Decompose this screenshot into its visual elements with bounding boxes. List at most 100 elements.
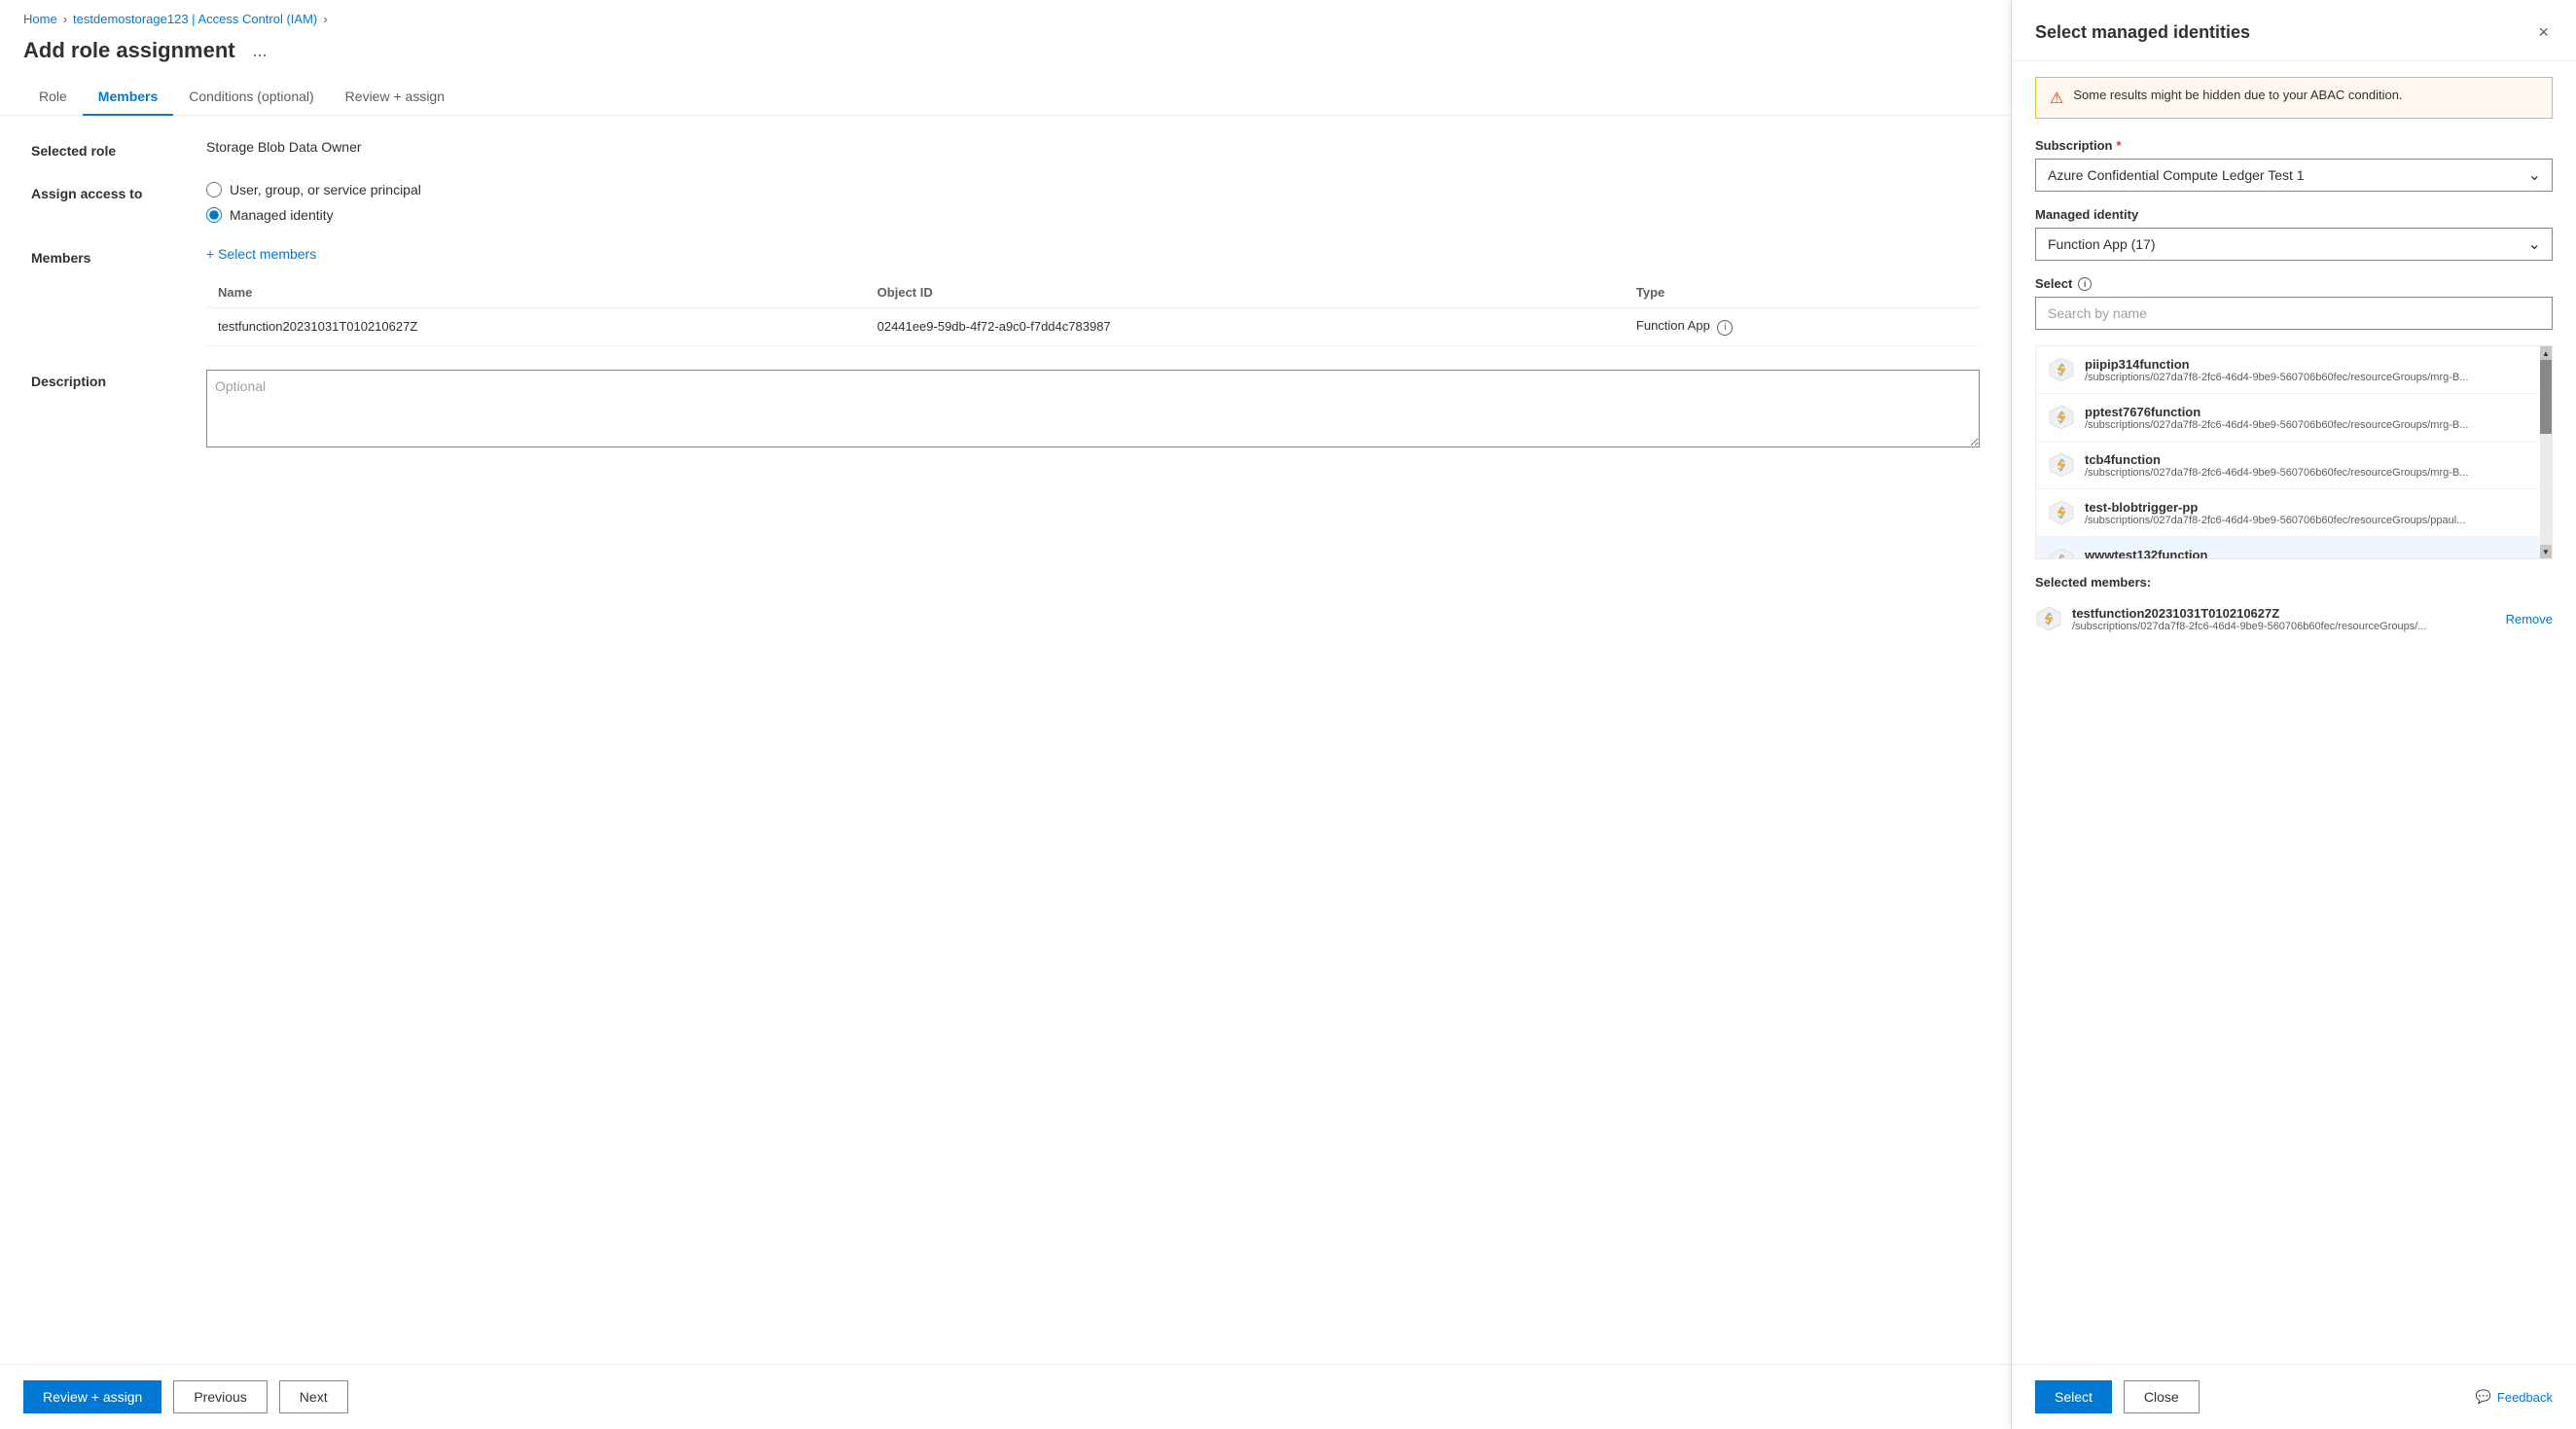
member-type: Function App i xyxy=(1625,308,1980,346)
bottom-bar: Review + assign Previous Next xyxy=(0,1364,2011,1429)
identity-info-4: wwwtest132function /subscriptions/027da7… xyxy=(2085,548,2540,560)
description-row: Description xyxy=(31,370,1980,450)
select-members-button[interactable]: + Select members xyxy=(206,246,316,262)
page-title: Add role assignment xyxy=(23,38,235,63)
subscription-label: Subscription * xyxy=(2035,138,2553,153)
select-field: Select i xyxy=(2035,276,2553,330)
remove-member-button[interactable]: Remove xyxy=(2506,612,2553,626)
assign-access-label: Assign access to xyxy=(31,182,206,201)
panel-header: Select managed identities × xyxy=(2012,0,2576,61)
feedback-label: Feedback xyxy=(2497,1390,2553,1405)
panel-close-btn[interactable]: Close xyxy=(2124,1380,2200,1413)
breadcrumb-sep1: › xyxy=(63,12,67,26)
identity-path-3: /subscriptions/027da7f8-2fc6-46d4-9be9-5… xyxy=(2085,515,2540,526)
selected-members-label: Selected members: xyxy=(2035,575,2553,589)
radio-user-principal[interactable]: User, group, or service principal xyxy=(206,182,1980,197)
member-name: testfunction20231031T010210627Z xyxy=(206,308,866,346)
selected-members-section: Selected members: testfunction20231031T0… xyxy=(2035,575,2553,640)
panel-title: Select managed identities xyxy=(2035,22,2250,43)
tab-role[interactable]: Role xyxy=(23,79,83,116)
warning-banner: ⚠ Some results might be hidden due to yo… xyxy=(2035,77,2553,119)
review-assign-button[interactable]: Review + assign xyxy=(23,1380,161,1413)
next-button[interactable]: Next xyxy=(279,1380,348,1413)
identity-name-1: pptest7676function xyxy=(2085,405,2540,419)
identity-item-3[interactable]: test-blobtrigger-pp /subscriptions/027da… xyxy=(2036,489,2552,537)
selected-role-row: Selected role Storage Blob Data Owner xyxy=(31,139,1980,159)
tab-members[interactable]: Members xyxy=(83,79,173,116)
type-info-icon[interactable]: i xyxy=(1717,320,1733,336)
identity-item-1[interactable]: pptest7676function /subscriptions/027da7… xyxy=(2036,394,2552,442)
identity-name-0: piipip314function xyxy=(2085,357,2540,372)
selected-role-label: Selected role xyxy=(31,139,206,159)
identity-path-0: /subscriptions/027da7f8-2fc6-46d4-9be9-5… xyxy=(2085,372,2540,383)
search-input[interactable] xyxy=(2035,297,2553,330)
previous-button[interactable]: Previous xyxy=(173,1380,267,1413)
managed-identity-dropdown-wrapper: Function App (17) xyxy=(2035,228,2553,261)
col-name: Name xyxy=(206,277,866,308)
scroll-up-button[interactable]: ▲ xyxy=(2540,346,2552,360)
panel-close-button[interactable]: × xyxy=(2534,19,2553,45)
form-area: Selected role Storage Blob Data Owner As… xyxy=(0,116,2011,1364)
page-header: Add role assignment ... xyxy=(0,34,2011,79)
identity-item-2[interactable]: tcb4function /subscriptions/027da7f8-2fc… xyxy=(2036,442,2552,489)
required-star: * xyxy=(2116,138,2121,153)
breadcrumb-home[interactable]: Home xyxy=(23,12,57,26)
members-table: Name Object ID Type testfunction20231031… xyxy=(206,277,1980,346)
select-info-icon[interactable]: i xyxy=(2078,277,2092,291)
tab-bar: Role Members Conditions (optional) Revie… xyxy=(0,79,2011,116)
selected-member-info-0: testfunction20231031T010210627Z /subscri… xyxy=(2072,606,2496,632)
identity-item-0[interactable]: piipip314function /subscriptions/027da7f… xyxy=(2036,346,2552,394)
warning-icon: ⚠ xyxy=(2050,89,2063,108)
panel-select-button[interactable]: Select xyxy=(2035,1380,2112,1413)
managed-identity-dropdown[interactable]: Function App (17) xyxy=(2035,228,2553,261)
col-object-id: Object ID xyxy=(866,277,1625,308)
scrollbar[interactable]: ▲ ▼ xyxy=(2540,346,2552,558)
breadcrumb-storage[interactable]: testdemostorage123 | Access Control (IAM… xyxy=(73,12,317,26)
radio-managed-input[interactable] xyxy=(206,207,222,223)
members-row: Members + Select members Name Object ID … xyxy=(31,246,1980,346)
selected-role-value: Storage Blob Data Owner xyxy=(206,135,362,155)
description-textarea[interactable] xyxy=(206,370,1980,447)
breadcrumb: Home › testdemostorage123 | Access Contr… xyxy=(0,0,2011,34)
description-label: Description xyxy=(31,370,206,389)
subscription-dropdown[interactable]: Azure Confidential Compute Ledger Test 1 xyxy=(2035,159,2553,192)
subscription-dropdown-wrapper: Azure Confidential Compute Ledger Test 1 xyxy=(2035,159,2553,192)
identity-name-3: test-blobtrigger-pp xyxy=(2085,500,2540,515)
selected-member-icon xyxy=(2035,605,2062,632)
tab-review[interactable]: Review + assign xyxy=(330,79,460,116)
right-panel: Select managed identities × ⚠ Some resul… xyxy=(2012,0,2576,1429)
radio-managed-identity[interactable]: Managed identity xyxy=(206,207,1980,223)
identity-list: piipip314function /subscriptions/027da7f… xyxy=(2035,345,2553,559)
scroll-thumb[interactable] xyxy=(2540,360,2552,434)
identity-info-2: tcb4function /subscriptions/027da7f8-2fc… xyxy=(2085,452,2540,479)
breadcrumb-sep2: › xyxy=(323,12,327,26)
select-label: Select i xyxy=(2035,276,2553,291)
scroll-down-button[interactable]: ▼ xyxy=(2540,545,2552,558)
identity-info-1: pptest7676function /subscriptions/027da7… xyxy=(2085,405,2540,431)
feedback-icon: 💬 xyxy=(2476,1389,2491,1405)
more-options-button[interactable]: ... xyxy=(247,39,273,63)
table-row: testfunction20231031T010210627Z 02441ee9… xyxy=(206,308,1980,346)
identity-name-4: wwwtest132function xyxy=(2085,548,2540,560)
managed-identity-field: Managed identity Function App (17) xyxy=(2035,207,2553,261)
members-label: Members xyxy=(31,246,206,266)
radio-user-label: User, group, or service principal xyxy=(230,182,421,197)
identity-info-0: piipip314function /subscriptions/027da7f… xyxy=(2085,357,2540,383)
radio-user-input[interactable] xyxy=(206,182,222,197)
selected-member-name-0: testfunction20231031T010210627Z xyxy=(2072,606,2496,621)
function-icon-0 xyxy=(2048,356,2075,383)
assign-access-row: Assign access to User, group, or service… xyxy=(31,182,1980,223)
managed-identity-label: Managed identity xyxy=(2035,207,2553,222)
subscription-field: Subscription * Azure Confidential Comput… xyxy=(2035,138,2553,192)
selected-member-path-0: /subscriptions/027da7f8-2fc6-46d4-9be9-5… xyxy=(2072,621,2496,632)
feedback-button[interactable]: 💬 Feedback xyxy=(2476,1389,2553,1405)
radio-managed-label: Managed identity xyxy=(230,207,334,223)
tab-conditions[interactable]: Conditions (optional) xyxy=(173,79,329,116)
identity-item-4[interactable]: wwwtest132function /subscriptions/027da7… xyxy=(2036,537,2552,559)
assign-access-radio-group: User, group, or service principal Manage… xyxy=(206,182,1980,223)
identity-name-2: tcb4function xyxy=(2085,452,2540,467)
member-object-id: 02441ee9-59db-4f72-a9c0-f7dd4c783987 xyxy=(866,308,1625,346)
function-icon-1 xyxy=(2048,404,2075,431)
panel-content: ⚠ Some results might be hidden due to yo… xyxy=(2012,61,2576,1364)
function-icon-2 xyxy=(2048,451,2075,479)
